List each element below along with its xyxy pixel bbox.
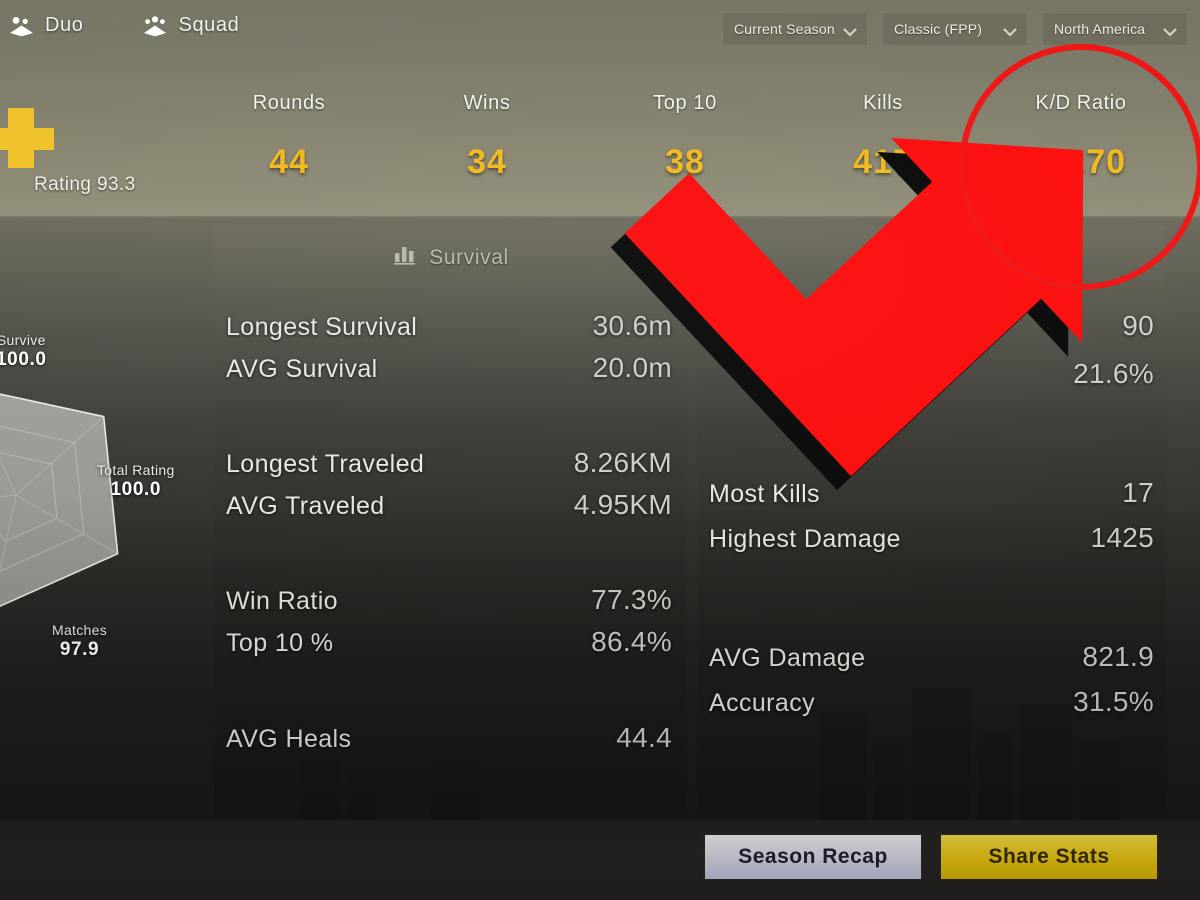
mode-tabs: Duo Squad (8, 14, 239, 37)
radar-axis-total-rating: Total Rating 100.0 (97, 462, 175, 500)
stat-label-highest-damage: Highest Damage (709, 525, 901, 553)
mode-filter-value: Classic (FPP) (894, 21, 983, 37)
stat-row-avg-damage: AVG Damage 821.9 (709, 641, 1154, 673)
summary-stat-top10: Top 10 38 (653, 92, 717, 182)
stat-row-win-ratio: Win Ratio 77.3% (226, 584, 672, 616)
radar-axis-total-rating-value: 100.0 (110, 478, 162, 500)
summary-value-kd-ratio: 41.70 (1035, 143, 1127, 181)
radar-axis-matches: Matches 97.9 (52, 622, 108, 660)
radar-chart: Survive 100.0 Total Rating 100.0 Matches… (0, 332, 212, 660)
summary-value-wins: 34 (467, 143, 507, 181)
chevron-down-icon (842, 24, 858, 37)
radar-axis-matches-label: Matches (52, 622, 108, 638)
share-stats-button[interactable]: Share Stats (939, 833, 1159, 881)
stat-value-obscured-1: 90 (1122, 310, 1154, 341)
survival-panel-title: Survival (429, 245, 509, 269)
season-recap-button[interactable]: Season Recap (703, 833, 923, 881)
squad-icon (142, 15, 168, 37)
mode-tab-squad[interactable]: Squad (142, 14, 240, 37)
stat-value-longest-traveled: 8.26KM (573, 447, 672, 478)
stat-value-accuracy: 31.5% (1073, 686, 1154, 717)
radar-axis-survive-value: 100.0 (0, 348, 47, 370)
stat-row-most-kills: Most Kills 17 (709, 477, 1154, 509)
stat-label-avg-heals: AVG Heals (226, 725, 352, 753)
stat-value-highest-damage: 1425 (1090, 522, 1154, 553)
radar-axis-matches-value: 97.9 (59, 638, 100, 660)
summary-stat-wins: Wins 34 (464, 92, 511, 182)
stat-row-highest-damage: Highest Damage 1425 (709, 522, 1154, 554)
season-filter[interactable]: Current Season (722, 12, 868, 46)
stat-row-obscured-2: 21.6% (709, 358, 1154, 390)
stat-label-most-kills: Most Kills (709, 480, 820, 508)
season-filter-value: Current Season (734, 21, 835, 37)
chevron-down-icon (1162, 24, 1178, 37)
stat-label-avg-traveled: AVG Traveled (226, 492, 385, 520)
stat-value-top10-percent: 86.4% (591, 626, 672, 657)
summary-value-rounds: 44 (269, 143, 309, 181)
stat-label-avg-survival: AVG Survival (226, 355, 378, 383)
stat-row-obscured-1: 90 (709, 310, 1154, 342)
summary-label-kd-ratio: K/D Ratio (1035, 92, 1127, 114)
stat-label-win-ratio: Win Ratio (226, 587, 338, 615)
mode-tab-squad-label: Squad (178, 14, 240, 36)
summary-stat-kills: Kills 417 (853, 92, 913, 182)
survival-panel-header: Survival (215, 244, 687, 271)
bar-chart-icon (393, 244, 417, 271)
summary-label-kills: Kills (863, 92, 903, 114)
stat-label-avg-damage: AVG Damage (709, 644, 866, 672)
radar-axis-total-rating-label: Total Rating (97, 462, 175, 478)
summary-label-rounds: Rounds (252, 92, 326, 114)
stat-value-avg-heals: 44.4 (616, 722, 672, 753)
summary-label-wins: Wins (463, 92, 511, 114)
radar-axis-survive-label: Survive (0, 332, 46, 348)
filter-bar: Current Season Classic (FPP) North Ameri… (722, 12, 1188, 46)
stat-value-win-ratio: 77.3% (591, 584, 672, 615)
stat-row-avg-survival: AVG Survival 20.0m (226, 352, 672, 384)
mode-tab-duo[interactable]: Duo (8, 14, 84, 37)
chevron-down-icon (1002, 24, 1018, 37)
pubg-stats-screen: Duo Squad Current Season Classic (FPP) N… (0, 0, 1200, 900)
stat-value-most-kills: 17 (1122, 477, 1154, 508)
summary-value-top10: 38 (665, 143, 705, 181)
stat-row-avg-traveled: AVG Traveled 4.95KM (226, 489, 672, 521)
stat-row-accuracy: Accuracy 31.5% (709, 686, 1154, 718)
mode-tab-duo-label: Duo (45, 14, 84, 36)
stat-row-avg-heals: AVG Heals 44.4 (226, 722, 672, 754)
summary-value-kills: 417 (853, 143, 913, 181)
summary-stats-row: Rounds 44 Wins 34 Top 10 38 Kills 417 K/… (0, 92, 1200, 202)
stat-value-longest-survival: 30.6m (592, 310, 672, 341)
summary-stat-kd-ratio: K/D Ratio 41.70 (1036, 92, 1127, 182)
stat-label-top10-percent: Top 10 % (226, 629, 334, 657)
mode-filter[interactable]: Classic (FPP) (882, 12, 1028, 46)
stat-value-obscured-2: 21.6% (1073, 358, 1154, 389)
summary-stat-rounds: Rounds 44 (253, 92, 326, 182)
stat-value-avg-survival: 20.0m (592, 352, 672, 383)
stat-label-longest-traveled: Longest Traveled (226, 450, 425, 478)
stat-label-longest-survival: Longest Survival (226, 313, 418, 341)
stat-row-longest-survival: Longest Survival 30.6m (226, 310, 672, 342)
stat-row-longest-traveled: Longest Traveled 8.26KM (226, 447, 672, 479)
stat-row-top10-percent: Top 10 % 86.4% (226, 626, 672, 658)
horizon-line (0, 216, 1200, 219)
summary-label-top10: Top 10 (653, 92, 717, 114)
stat-value-avg-damage: 821.9 (1082, 641, 1154, 672)
region-filter[interactable]: North America (1042, 12, 1188, 46)
stat-value-avg-traveled: 4.95KM (573, 489, 672, 520)
region-filter-value: North America (1054, 21, 1146, 37)
season-recap-button-label: Season Recap (738, 845, 888, 868)
stat-label-accuracy: Accuracy (709, 689, 816, 717)
duo-icon (8, 15, 34, 37)
share-stats-button-label: Share Stats (988, 845, 1110, 868)
radar-axis-survive: Survive 100.0 (0, 332, 47, 370)
